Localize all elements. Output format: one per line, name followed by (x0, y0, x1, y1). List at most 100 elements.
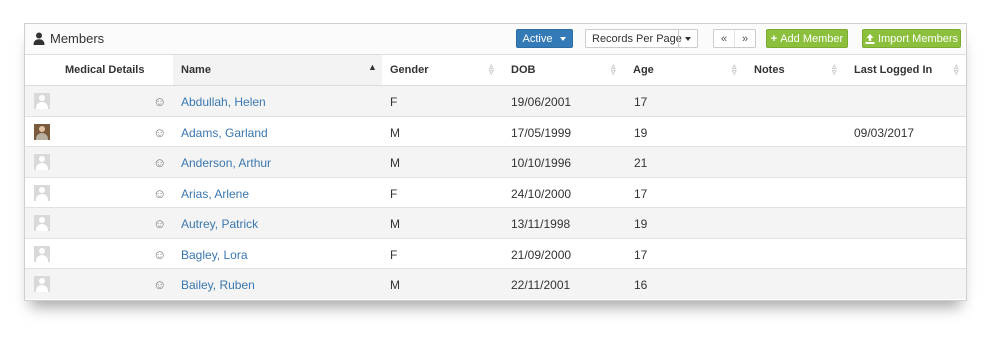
table-row[interactable]: ☺ Abdullah, Helen F 19/06/2001 17 (25, 85, 966, 116)
gender-value: F (390, 186, 398, 201)
column-label: Last Logged In (854, 64, 933, 76)
dob-value: 13/11/1998 (511, 217, 571, 231)
smiley-icon[interactable]: ☺ (153, 216, 166, 231)
age-value: 17 (634, 186, 648, 201)
smiley-icon[interactable]: ☺ (153, 247, 166, 262)
medical-details-cell: ☺ (25, 115, 173, 147)
dob-cell: 17/05/1999 (503, 115, 625, 147)
medical-details-cell: ☺ (25, 207, 173, 238)
panel-toolbar: Members Active Records Per Page « » + Ad… (25, 24, 966, 55)
dob-value: 21/09/2000 (511, 247, 572, 262)
table-row[interactable]: ☺ Anderson, Arthur M 10/10/1996 21 (25, 146, 966, 177)
column-header-age[interactable]: Age ▵ ▿ (625, 55, 746, 86)
column-label: DOB (511, 64, 536, 76)
dob-value: 24/10/2000 (511, 186, 572, 201)
avatar-placeholder-icon (34, 215, 50, 231)
records-per-page-dropdown[interactable]: Records Per Page (585, 29, 698, 48)
last-logged-in-cell (846, 237, 966, 269)
dob-cell: 22/11/2001 (503, 268, 625, 299)
previous-page-button[interactable]: « (714, 30, 734, 47)
gender-value: M (390, 156, 400, 170)
import-members-label: Import Members (877, 32, 959, 45)
next-page-button[interactable]: » (734, 30, 755, 47)
name-cell: Adams, Garland (173, 115, 382, 147)
chevron-down-icon (685, 37, 691, 41)
column-label: Medical Details (65, 64, 145, 76)
smiley-icon[interactable]: ☺ (153, 94, 166, 109)
smiley-icon[interactable]: ☺ (153, 125, 166, 140)
column-header-last-logged-in[interactable]: Last Logged In ▵ ▿ (846, 55, 966, 86)
dropdown-divider (678, 30, 679, 47)
medical-details-cell: ☺ (25, 85, 173, 116)
age-cell: 21 (625, 146, 746, 177)
notes-cell (746, 237, 846, 269)
smiley-icon[interactable]: ☺ (153, 277, 166, 292)
smiley-icon[interactable]: ☺ (153, 155, 166, 170)
table-row[interactable]: ☺ Bailey, Ruben M 22/11/2001 16 (25, 268, 966, 299)
avatar-placeholder-icon (34, 276, 50, 292)
dob-cell: 19/06/2001 (503, 85, 625, 116)
status-filter-dropdown[interactable]: Active (516, 29, 573, 48)
medical-details-cell: ☺ (25, 237, 173, 269)
dob-cell: 13/11/1998 (503, 207, 625, 238)
medical-details-cell: ☺ (25, 176, 173, 208)
name-cell: Anderson, Arthur (173, 146, 382, 177)
table-row[interactable]: ☺ Arias, Arlene F 24/10/2000 17 (25, 176, 966, 208)
last-logged-in-value: 09/03/2017 (854, 125, 915, 140)
dob-value: 22/11/2001 (511, 278, 571, 292)
medical-details-cell: ☺ (25, 146, 173, 177)
avatar-placeholder-icon (34, 93, 50, 109)
column-label: Name (181, 64, 211, 76)
add-member-button[interactable]: + Add Member (766, 29, 848, 48)
age-cell: 19 (625, 115, 746, 147)
member-name-link[interactable]: Adams, Garland (181, 126, 268, 140)
sort-icon: ▵ ▿ (954, 61, 959, 77)
avatar-placeholder-icon (34, 245, 50, 262)
status-filter-label: Active (522, 32, 553, 45)
name-cell: Bailey, Ruben (173, 268, 382, 299)
member-name-link[interactable]: Autrey, Patrick (181, 217, 258, 231)
table-row[interactable]: ☺ Autrey, Patrick M 13/11/1998 19 (25, 207, 966, 238)
smiley-icon[interactable]: ☺ (153, 186, 166, 201)
age-value: 19 (634, 217, 648, 231)
column-label: Notes (754, 64, 785, 76)
sort-icon: ▵ ▿ (732, 61, 737, 77)
import-members-button[interactable]: Import Members (862, 29, 961, 48)
sort-icon: ▵ ▿ (832, 61, 837, 77)
name-cell: Abdullah, Helen (173, 85, 382, 116)
medical-details-cell: ☺ (25, 268, 173, 299)
member-name-link[interactable]: Arias, Arlene (181, 187, 249, 201)
table-header-row: Medical Details Name ▲ Gender ▵ ▿ DOB ▵ ▿ … (25, 55, 966, 86)
member-name-link[interactable]: Anderson, Arthur (181, 156, 271, 170)
plus-icon: + (770, 32, 778, 45)
age-cell: 19 (625, 207, 746, 238)
gender-value: M (390, 125, 400, 140)
dob-cell: 10/10/1996 (503, 146, 625, 177)
gender-cell: M (382, 268, 503, 299)
table-row[interactable]: ☺ Adams, Garland M 17/05/1999 19 09/03/2017 (25, 115, 966, 147)
column-header-gender[interactable]: Gender ▵ ▿ (382, 55, 503, 86)
table-row[interactable]: ☺ Bagley, Lora F 21/09/2000 17 (25, 237, 966, 269)
notes-cell (746, 207, 846, 238)
gender-value: M (390, 278, 400, 292)
add-member-label: Add Member (780, 32, 844, 45)
column-header-name[interactable]: Name ▲ (173, 55, 382, 86)
column-header-notes[interactable]: Notes ▵ ▿ (746, 55, 846, 86)
upload-icon (865, 33, 875, 44)
sort-icon: ▵ ▿ (611, 61, 616, 77)
age-value: 16 (634, 278, 648, 292)
gender-cell: M (382, 115, 503, 147)
column-header-dob[interactable]: DOB ▵ ▿ (503, 55, 625, 86)
age-value: 21 (634, 156, 648, 170)
notes-cell (746, 115, 846, 147)
members-table: Medical Details Name ▲ Gender ▵ ▿ DOB ▵ ▿ … (25, 55, 966, 299)
member-name-link[interactable]: Bailey, Ruben (181, 278, 255, 292)
chevron-down-icon (560, 36, 567, 41)
gender-cell: M (382, 146, 503, 177)
member-name-link[interactable]: Abdullah, Helen (181, 95, 266, 109)
age-cell: 16 (625, 268, 746, 299)
member-photo (34, 123, 50, 140)
member-name-link[interactable]: Bagley, Lora (181, 248, 248, 262)
gender-cell: F (382, 176, 503, 208)
column-label: Gender (390, 64, 429, 76)
